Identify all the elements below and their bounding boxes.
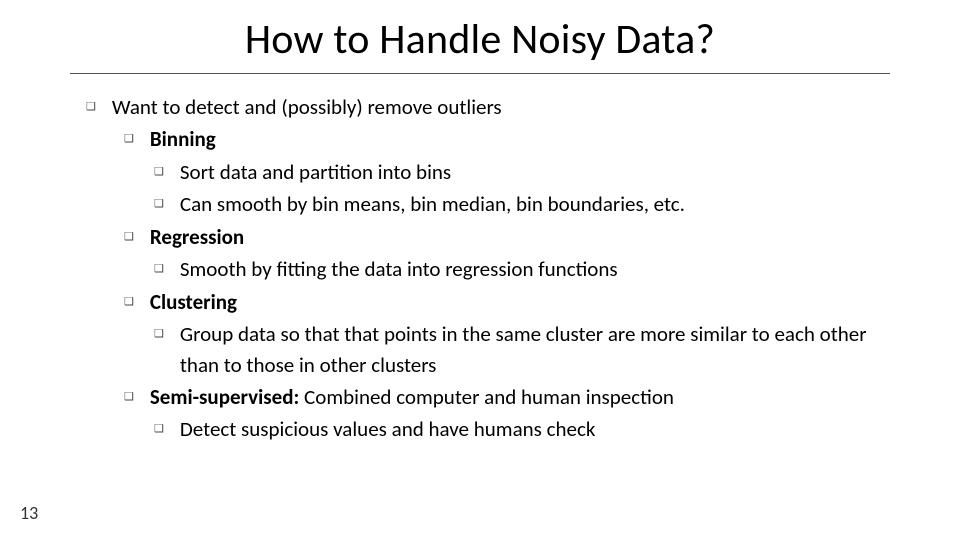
square-bullet-icon: ❑ [124,124,150,154]
list-text: Binning [150,124,890,154]
slide: How to Handle Noisy Data? ❑ Want to dete… [0,0,960,540]
square-bullet-icon: ❑ [86,92,112,122]
title-underline [70,73,890,74]
list-item: ❑ Can smooth by bin means, bin median, b… [70,189,890,219]
list-item: ❑ Regression [70,222,890,252]
list-text: Can smooth by bin means, bin median, bin… [180,189,890,219]
square-bullet-icon: ❑ [154,157,180,187]
square-bullet-icon: ❑ [154,319,180,349]
page-number: 13 [20,502,38,524]
list-text: Want to detect and (possibly) remove out… [112,92,890,122]
list-item: ❑ Want to detect and (possibly) remove o… [70,92,890,122]
list-text: Group data so that that points in the sa… [180,319,890,380]
square-bullet-icon: ❑ [154,189,180,219]
square-bullet-icon: ❑ [154,254,180,284]
list-item: ❑ Smooth by fitting the data into regres… [70,254,890,284]
square-bullet-icon: ❑ [124,382,150,412]
list-item: ❑ Clustering [70,287,890,317]
list-text: Smooth by fitting the data into regressi… [180,254,890,284]
list-item: ❑ Binning [70,124,890,154]
list-item: ❑ Semi-supervised: Combined computer and… [70,382,890,412]
list-text: Regression [150,222,890,252]
slide-body: ❑ Want to detect and (possibly) remove o… [0,92,960,445]
list-item: ❑ Group data so that that points in the … [70,319,890,380]
square-bullet-icon: ❑ [124,222,150,252]
slide-title: How to Handle Noisy Data? [0,0,960,73]
list-text: Clustering [150,287,890,317]
square-bullet-icon: ❑ [154,414,180,444]
list-item: ❑ Sort data and partition into bins [70,157,890,187]
square-bullet-icon: ❑ [124,287,150,317]
list-text: Semi-supervised: Combined computer and h… [150,382,890,412]
semi-rest: Combined computer and human inspection [299,384,674,410]
semi-label: Semi-supervised: [150,384,299,410]
list-text: Detect suspicious values and have humans… [180,414,890,444]
list-item: ❑ Detect suspicious values and have huma… [70,414,890,444]
list-text: Sort data and partition into bins [180,157,890,187]
